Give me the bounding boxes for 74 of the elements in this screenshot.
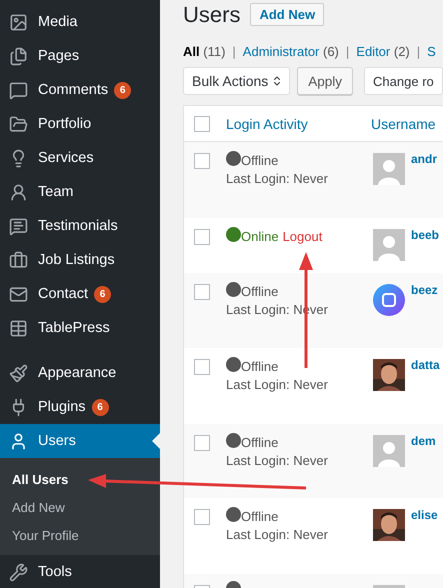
username-link[interactable]: beeb: [411, 228, 440, 242]
last-login-text: Last Login: Never: [226, 377, 329, 392]
username-link[interactable]: andr: [411, 152, 438, 166]
menu-icon: [9, 182, 28, 202]
status-text: Online: [241, 229, 279, 244]
submenu-item[interactable]: All Users: [0, 465, 160, 493]
add-new-button[interactable]: Add New: [250, 3, 324, 26]
sidebar-item[interactable]: Contact 6: [0, 277, 160, 311]
checkbox[interactable]: [194, 359, 210, 375]
menu-icon: [9, 562, 28, 582]
logo-icon: [373, 284, 405, 316]
separator: |: [232, 44, 236, 59]
sidebar-item[interactable]: Users: [0, 424, 160, 458]
checkbox[interactable]: [194, 284, 210, 300]
separator: |: [346, 44, 350, 59]
checkbox[interactable]: [194, 116, 210, 132]
filter-link[interactable]: Administrator (6): [242, 44, 339, 59]
menu-icon: [9, 46, 28, 66]
sidebar-item[interactable]: Portfolio: [0, 107, 160, 141]
username-link[interactable]: beez: [411, 283, 438, 297]
submenu-item[interactable]: Your Profile: [0, 521, 160, 549]
status-text: Offline: [241, 435, 278, 450]
bulk-actions-select[interactable]: Bulk Actions: [183, 67, 290, 95]
sidebar-item[interactable]: TablePress: [0, 311, 160, 345]
status-text: Offline: [241, 359, 278, 374]
column-header[interactable]: Login Activity: [226, 116, 371, 132]
last-login-text: Last Login: Never: [226, 527, 329, 542]
sidebar-item[interactable]: Job Listings: [0, 243, 160, 277]
menu-icon: [9, 12, 28, 32]
sidebar-item[interactable]: Pages: [0, 39, 160, 73]
column-header[interactable]: Username: [371, 116, 436, 132]
avatar-icon: [373, 153, 405, 185]
count-badge: 6: [92, 398, 109, 416]
sidebar-item[interactable]: Appearance: [0, 356, 160, 390]
checkbox[interactable]: [194, 435, 210, 451]
menu-icon: [9, 284, 28, 304]
change-role-select[interactable]: Change ro: [364, 67, 443, 95]
sidebar-item[interactable]: Plugins 6: [0, 390, 160, 424]
checkbox[interactable]: [194, 229, 210, 245]
sidebar-item[interactable]: Media: [0, 5, 160, 39]
username-link[interactable]: dem: [411, 434, 436, 448]
status-text: Offline: [241, 153, 278, 168]
separator: |: [416, 44, 420, 59]
menu-icon: [9, 80, 28, 100]
sidebar-item[interactable]: Team: [0, 175, 160, 209]
submenu-item[interactable]: Add New: [0, 493, 160, 521]
filter-link[interactable]: S: [427, 44, 436, 59]
count-badge: 6: [114, 82, 132, 98]
username-link[interactable]: datta: [411, 358, 440, 372]
checkbox[interactable]: [194, 153, 210, 169]
filter-link[interactable]: All (11): [183, 44, 226, 59]
status-text: Offline: [241, 284, 278, 299]
last-login-text: Last Login: Never: [226, 453, 329, 468]
apply-button[interactable]: Apply: [297, 67, 354, 95]
last-login-text: Last Login: Never: [226, 171, 329, 186]
avatar-icon: [373, 435, 405, 467]
username-link[interactable]: elise: [411, 508, 438, 522]
page-title: Users: [183, 2, 240, 28]
checkbox[interactable]: [194, 509, 210, 525]
menu-icon: [9, 250, 28, 270]
menu-icon: [9, 432, 28, 450]
sidebar-item[interactable]: Services: [0, 141, 160, 175]
sidebar-item[interactable]: Comments 6: [0, 73, 160, 107]
sidebar-item[interactable]: Testimonials: [0, 209, 160, 243]
sidebar-item[interactable]: Tools: [0, 555, 160, 588]
status-text: Offline: [241, 509, 278, 524]
menu-icon: [9, 114, 28, 134]
logout-link[interactable]: Logout: [282, 229, 322, 244]
menu-icon: [9, 318, 28, 338]
filter-link[interactable]: Editor (2): [356, 44, 410, 59]
menu-icon: [9, 364, 28, 382]
avatar-icon: [373, 229, 405, 261]
menu-icon: [9, 216, 28, 236]
count-badge: 6: [94, 286, 111, 302]
